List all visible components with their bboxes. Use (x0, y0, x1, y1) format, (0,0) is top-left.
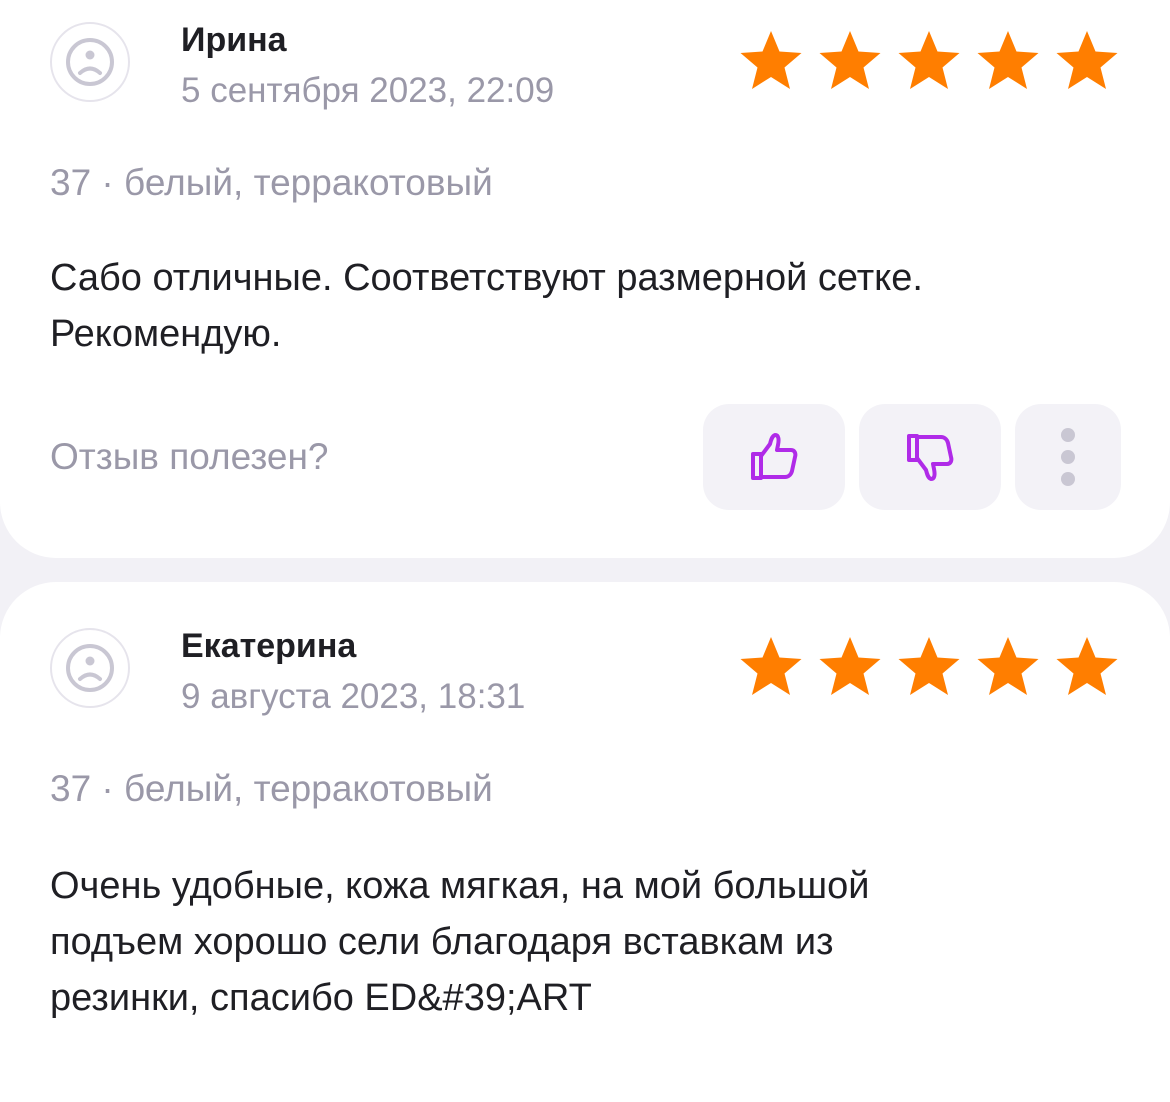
more-options-button[interactable] (1015, 404, 1121, 510)
review-author: Ирина (181, 21, 287, 59)
review-author: Екатерина (181, 627, 357, 665)
star-icon (975, 29, 1041, 93)
star-icon (1054, 29, 1120, 93)
sad-face-icon (66, 38, 114, 86)
avatar (50, 628, 130, 708)
star-icon (738, 29, 804, 93)
like-button[interactable] (703, 404, 845, 510)
dislike-button[interactable] (859, 404, 1001, 510)
rating-stars (738, 29, 1120, 93)
review-text: Сабо отличные. Соответствуют размерной с… (50, 257, 923, 355)
star-icon (817, 635, 883, 699)
rating-stars (738, 635, 1120, 699)
review-card: Ирина 5 сентября 2023, 22:09 37 · белый,… (0, 0, 1170, 558)
review-card: Екатерина 9 августа 2023, 18:31 37 · бел… (0, 582, 1170, 1102)
sad-face-icon (66, 644, 114, 692)
review-date: 5 сентября 2023, 22:09 (181, 71, 555, 110)
star-icon (896, 29, 962, 93)
star-icon (817, 29, 883, 93)
more-vertical-icon (1061, 428, 1075, 486)
thumbs-up-icon (751, 433, 798, 480)
review-text: Очень удобные, кожа мягкая, на мой больш… (50, 865, 870, 1019)
star-icon (738, 635, 804, 699)
thumbs-down-icon (907, 434, 954, 481)
review-variant: 37 · белый, терракотовый (50, 768, 493, 809)
avatar (50, 22, 130, 102)
review-date: 9 августа 2023, 18:31 (181, 677, 526, 716)
star-icon (975, 635, 1041, 699)
star-icon (896, 635, 962, 699)
star-icon (1054, 635, 1120, 699)
helpful-label: Отзыв полезен? (50, 436, 329, 477)
review-variant: 37 · белый, терракотовый (50, 162, 493, 203)
